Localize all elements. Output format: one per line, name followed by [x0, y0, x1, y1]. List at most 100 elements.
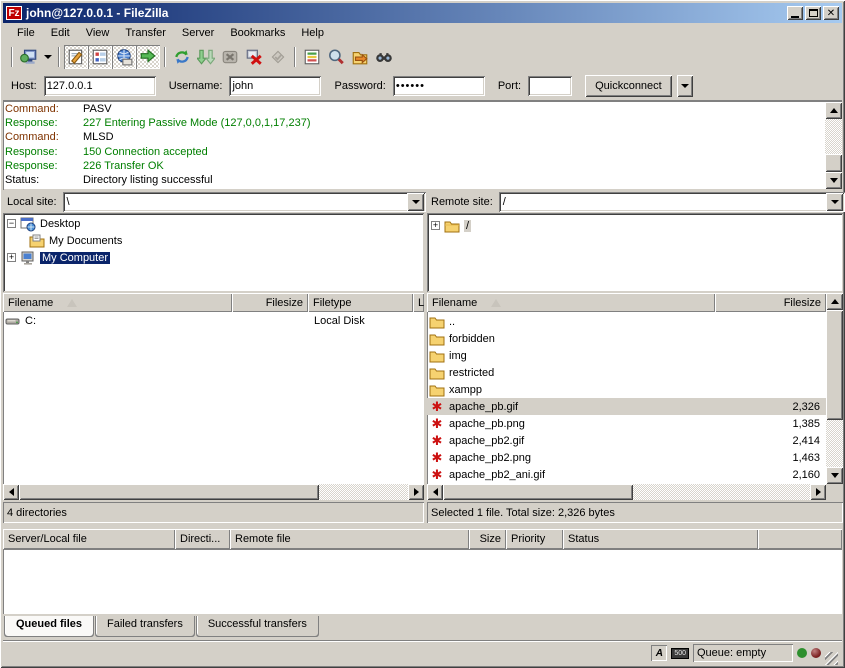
scroll-down-button[interactable]	[825, 172, 842, 189]
file-row[interactable]: ✱apache_pb.png 1,385	[427, 415, 826, 432]
column-header-direction[interactable]: Directi...	[175, 529, 230, 549]
scrollbar-thumb[interactable]	[443, 484, 633, 500]
column-header-filesize[interactable]: Filesize	[232, 293, 308, 312]
local-horizontal-scrollbar[interactable]	[3, 484, 424, 500]
scroll-up-button[interactable]	[825, 102, 842, 119]
file-row-selected[interactable]: ✱apache_pb.gif 2,326	[427, 398, 826, 415]
menu-server[interactable]: Server	[174, 25, 222, 41]
remote-vertical-scrollbar[interactable]	[826, 293, 843, 484]
collapse-icon[interactable]: −	[7, 219, 16, 228]
directory-comparison-button[interactable]	[324, 45, 348, 69]
local-site-combo[interactable]: \	[63, 192, 426, 212]
column-header-filesize[interactable]: Filesize	[715, 293, 826, 312]
column-header-filetype[interactable]: Filetype	[308, 293, 413, 312]
close-button[interactable]: ✕	[823, 6, 839, 20]
column-header-filename[interactable]: Filename	[3, 293, 232, 312]
tree-item-my-documents[interactable]: My Documents	[7, 232, 424, 249]
file-row[interactable]: ✱apache_pb2.png 1,463	[427, 449, 826, 466]
log-line: Command:PASV	[5, 102, 840, 116]
tab-successful-transfers[interactable]: Successful transfers	[196, 616, 319, 637]
remote-horizontal-scrollbar[interactable]	[427, 484, 826, 500]
toggle-remote-tree-button[interactable]	[112, 45, 136, 69]
file-row[interactable]: xampp	[427, 381, 826, 398]
scrollbar-thumb[interactable]	[826, 310, 843, 420]
menu-view[interactable]: View	[78, 25, 118, 41]
folder-icon	[444, 218, 460, 234]
toggle-local-tree-button[interactable]	[88, 45, 112, 69]
scrollbar-track[interactable]	[633, 484, 810, 500]
menu-file[interactable]: File	[9, 25, 43, 41]
title-bar[interactable]: Fz john@127.0.0.1 - FileZilla ✕	[3, 3, 842, 23]
site-manager-button[interactable]	[17, 45, 41, 69]
tab-failed-transfers[interactable]: Failed transfers	[95, 616, 195, 637]
host-input[interactable]	[44, 76, 156, 96]
site-manager-dropdown[interactable]	[41, 46, 54, 68]
find-files-button[interactable]	[372, 45, 396, 69]
password-input[interactable]	[393, 76, 485, 96]
synchronized-browsing-button[interactable]	[348, 45, 372, 69]
scroll-right-button[interactable]	[810, 484, 826, 500]
resize-grip[interactable]	[825, 652, 838, 665]
process-queue-button[interactable]	[194, 45, 218, 69]
file-row[interactable]: C: Local Disk	[3, 312, 424, 329]
file-row[interactable]: ✱apache_pb2_ani.gif 2,160	[427, 466, 826, 483]
file-size: 2,160	[715, 466, 826, 483]
expand-icon[interactable]: +	[431, 221, 440, 230]
refresh-button[interactable]	[170, 45, 194, 69]
column-header-lastmodified[interactable]: L	[413, 293, 424, 312]
scrollbar-thumb[interactable]	[825, 154, 842, 172]
directory-filters-button[interactable]	[300, 45, 324, 69]
quickconnect-dropdown[interactable]	[677, 75, 693, 97]
remote-site-dropdown[interactable]	[826, 193, 843, 211]
scroll-down-button[interactable]	[826, 467, 843, 484]
file-name: img	[449, 350, 467, 362]
file-row[interactable]: forbidden	[427, 330, 826, 347]
transfer-queue-list[interactable]	[3, 549, 842, 614]
scrollbar-track[interactable]	[319, 484, 408, 500]
file-row[interactable]: ..	[427, 313, 826, 330]
log-text: 150 Connection accepted	[83, 146, 208, 158]
tree-item-desktop[interactable]: − Desktop	[7, 215, 424, 232]
column-label: Filename	[432, 297, 477, 309]
tree-item-root[interactable]: + /	[431, 217, 843, 234]
quickconnect-button[interactable]: Quickconnect	[585, 75, 672, 97]
file-row[interactable]: img	[427, 347, 826, 364]
minimize-button[interactable]	[787, 6, 803, 20]
column-header-status[interactable]: Status	[563, 529, 758, 549]
maximize-button[interactable]	[805, 6, 821, 20]
tree-item-my-computer[interactable]: + My Computer	[7, 249, 424, 266]
process-queue-icon	[197, 48, 215, 66]
toggle-transfer-queue-button[interactable]	[136, 45, 160, 69]
scroll-up-button[interactable]	[826, 293, 843, 310]
tab-queued-files[interactable]: Queued files	[4, 616, 94, 637]
cancel-button[interactable]	[218, 45, 242, 69]
column-label: Priority	[511, 533, 545, 545]
menu-help[interactable]: Help	[293, 25, 332, 41]
username-input[interactable]	[229, 76, 321, 96]
port-input[interactable]	[528, 76, 572, 96]
expand-icon[interactable]: +	[7, 253, 16, 262]
scroll-right-button[interactable]	[408, 484, 424, 500]
remote-site-combo[interactable]: /	[499, 192, 845, 212]
menu-transfer[interactable]: Transfer	[117, 25, 174, 41]
reconnect-button[interactable]	[266, 45, 290, 69]
scroll-left-button[interactable]	[3, 484, 19, 500]
file-row[interactable]: restricted	[427, 364, 826, 381]
menu-bookmarks[interactable]: Bookmarks	[222, 25, 293, 41]
column-header-size[interactable]: Size	[469, 529, 506, 549]
local-site-dropdown[interactable]	[407, 193, 424, 211]
column-header-filename[interactable]: Filename	[427, 293, 715, 312]
column-header-remote-file[interactable]: Remote file	[230, 529, 469, 549]
file-row[interactable]: ✱apache_pb2.gif 2,414	[427, 432, 826, 449]
scrollbar-thumb[interactable]	[19, 484, 319, 500]
log-scrollbar[interactable]	[825, 102, 842, 189]
ascii-transfer-type-icon[interactable]: A	[651, 645, 667, 661]
toggle-message-log-button[interactable]	[64, 45, 88, 69]
scroll-left-button[interactable]	[427, 484, 443, 500]
menu-edit[interactable]: Edit	[43, 25, 78, 41]
speed-limit-icon[interactable]: 500	[671, 648, 689, 659]
column-header-server-local-file[interactable]: Server/Local file	[3, 529, 175, 549]
tree-item-label: /	[464, 220, 471, 232]
column-header-priority[interactable]: Priority	[506, 529, 563, 549]
disconnect-button[interactable]	[242, 45, 266, 69]
